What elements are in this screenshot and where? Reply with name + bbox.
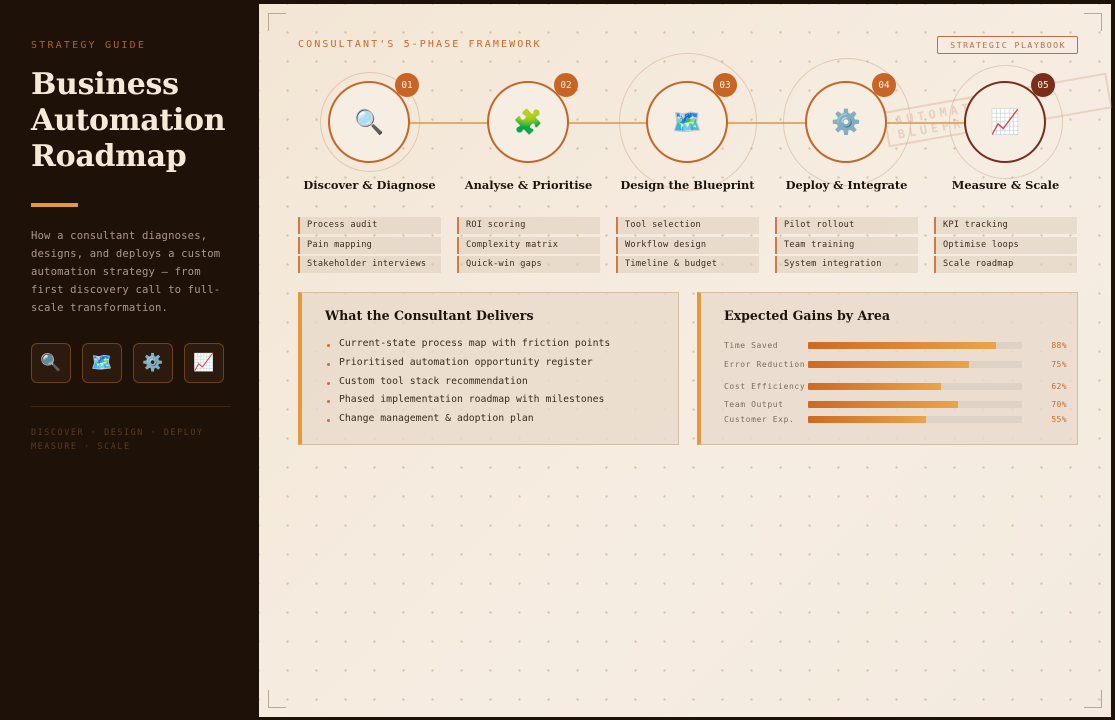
playbook-badge: STRATEGIC PLAYBOOK — [937, 36, 1078, 54]
phase-task-list: ROI scoring Complexity matrix Quick-win … — [457, 217, 600, 276]
list-item: Current-state process map with friction … — [326, 335, 610, 354]
phase-title: Discover & Diagnose — [303, 178, 436, 192]
phase-task-list: Process audit Pain mapping Stakeholder i… — [298, 217, 441, 276]
gain-label: Error Reduction — [724, 359, 806, 369]
phase-task: Tool selection — [616, 217, 759, 234]
phase-number: 03 — [713, 73, 737, 97]
corner-mark — [1084, 13, 1102, 31]
deliverables-card: What the Consultant Delivers Current-sta… — [298, 292, 679, 445]
gain-track — [808, 401, 1022, 408]
phase-task: KPI tracking — [934, 217, 1077, 234]
phase-task: System integration — [775, 256, 918, 274]
gain-bar — [808, 360, 969, 368]
phase-number: 05 — [1031, 73, 1055, 97]
gains-card: Expected Gains by Area Time Saved 88% Er… — [697, 292, 1078, 445]
gain-value: 62% — [1051, 381, 1067, 391]
gain-label: Time Saved — [724, 341, 779, 350]
gain-value: 70% — [1051, 400, 1067, 409]
framework-title: CONSULTANT'S 5-PHASE FRAMEWORK — [298, 39, 542, 50]
gain-bar — [808, 416, 926, 423]
gear-icon[interactable]: ⚙️ — [133, 343, 173, 383]
phase-title: Analyse & Prioritise — [464, 178, 593, 192]
gain-label: Team Output — [724, 400, 784, 409]
gain-track — [808, 342, 1022, 349]
corner-mark — [1084, 690, 1102, 708]
gain-row: Team Output 70% — [724, 397, 1069, 412]
phase-task: Quick-win gaps — [457, 256, 600, 274]
phase-task-list: Tool selection Workflow design Timeline … — [616, 217, 759, 276]
gain-row: Cost Efficiency 62% — [724, 375, 1069, 397]
corner-mark — [268, 690, 286, 708]
phase-task: Pain mapping — [298, 236, 441, 254]
deliverables-list: Current-state process map with friction … — [326, 335, 610, 429]
map-icon[interactable]: 🗺️ — [82, 343, 122, 383]
gain-value: 88% — [1051, 341, 1067, 350]
phase-task: Team training — [775, 236, 918, 254]
phase-task: Workflow design — [616, 236, 759, 254]
gain-track — [808, 360, 1022, 368]
phase-title: Measure & Scale — [951, 178, 1060, 192]
phase-task: Timeline & budget — [616, 256, 759, 274]
search-icon[interactable]: 🔍 — [31, 343, 71, 383]
list-item: Phased implementation roadmap with miles… — [326, 391, 610, 410]
phase-task: Scale roadmap — [934, 256, 1077, 274]
list-item: Custom tool stack recommendation — [326, 373, 610, 392]
gain-track — [808, 382, 1022, 390]
phase-task: Complexity matrix — [457, 236, 600, 254]
gain-row: Error Reduction 75% — [724, 353, 1069, 375]
page-title-text: Business Automation Roadmap — [31, 67, 226, 174]
list-item: Change management & adoption plan — [326, 410, 610, 429]
deliverables-title: What the Consultant Delivers — [325, 308, 534, 323]
sidebar-description: How a consultant diagnoses, designs, and… — [31, 230, 221, 314]
sidebar-icon-row: 🔍 🗺️ ⚙️ 📈 — [31, 343, 228, 383]
gain-label: Customer Exp. — [724, 415, 795, 424]
gain-row: Customer Exp. 55% — [724, 412, 1069, 427]
main-panel: CONSULTANT'S 5-PHASE FRAMEWORK STRATEGIC… — [259, 4, 1113, 717]
gain-track — [808, 416, 1022, 423]
phase-task: Process audit — [298, 217, 441, 234]
phase-number: 01 — [395, 73, 419, 97]
phase-task: ROI scoring — [457, 217, 600, 234]
gain-bar — [808, 342, 997, 349]
corner-mark — [268, 13, 286, 31]
gains-bar-chart: Time Saved 88% Error Reduction 75% Cost … — [724, 338, 1069, 427]
phase-task-list: Pilot rollout Team training System integ… — [775, 217, 918, 276]
phase-task: Optimise loops — [934, 236, 1077, 254]
gains-title: Expected Gains by Area — [724, 308, 891, 323]
chart-icon[interactable]: 📈 — [184, 343, 224, 383]
gain-bar — [808, 382, 941, 390]
gain-row: Time Saved 88% — [724, 338, 1069, 353]
sidebar-footer: DISCOVER · DESIGN · DEPLOY MEASURE · SCA… — [31, 427, 204, 451]
gain-value: 55% — [1051, 415, 1067, 424]
phase-task: Stakeholder interviews — [298, 256, 441, 274]
phase-title: Deploy & Integrate — [785, 178, 908, 192]
sidebar-eyebrow: STRATEGY GUIDE — [31, 40, 147, 51]
sidebar-divider — [31, 406, 231, 407]
title-accent-rule — [31, 203, 78, 207]
page-title: Business Automation Roadmap — [31, 67, 228, 175]
gain-bar — [808, 401, 958, 408]
gain-label: Cost Efficiency — [724, 381, 806, 391]
phase-task: Pilot rollout — [775, 217, 918, 234]
phase-task-list: KPI tracking Optimise loops Scale roadma… — [934, 217, 1077, 276]
gain-value: 75% — [1051, 359, 1067, 369]
list-item: Prioritised automation opportunity regis… — [326, 354, 610, 373]
phase-title: Design the Blueprint — [620, 178, 755, 192]
phase-number: 04 — [872, 73, 896, 97]
phase-number: 02 — [554, 73, 578, 97]
sidebar: STRATEGY GUIDE Business Automation Roadm… — [0, 0, 259, 720]
